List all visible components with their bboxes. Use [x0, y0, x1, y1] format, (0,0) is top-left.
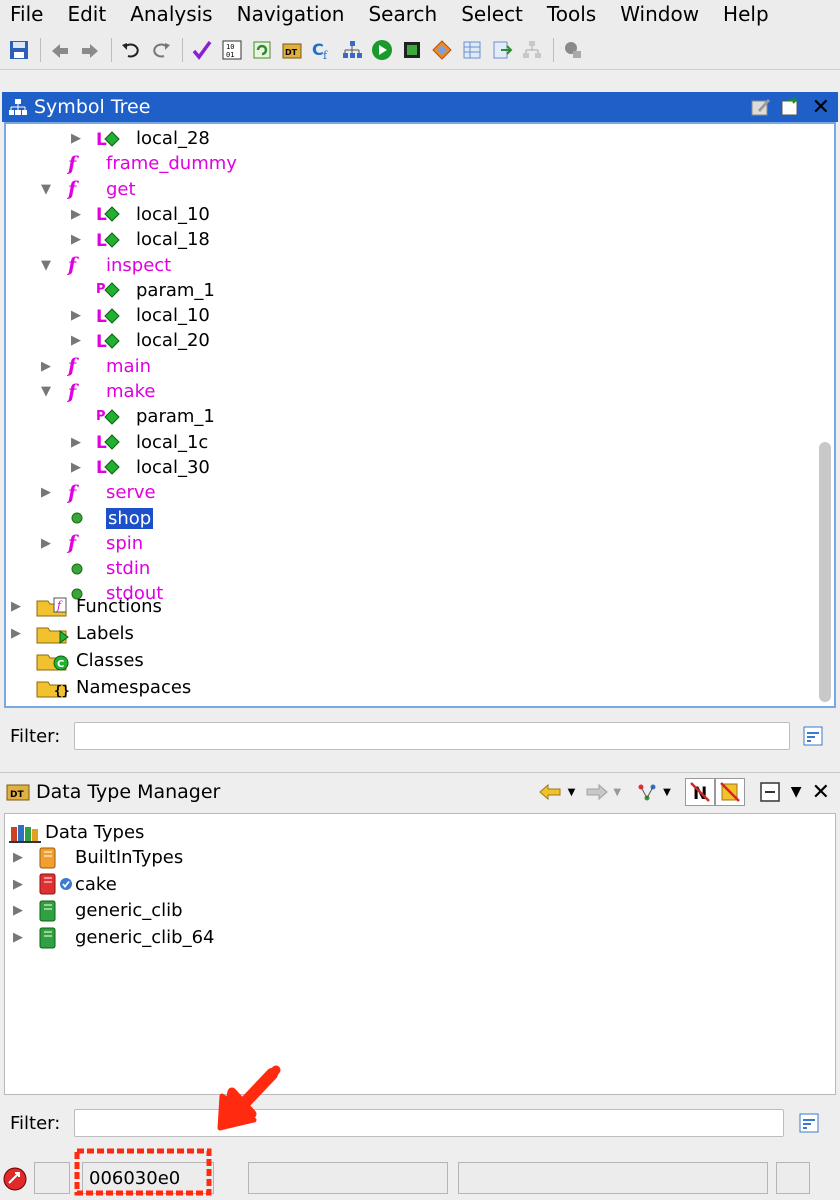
annotation-arrow-shaft-icon: [230, 1068, 278, 1118]
annotation-box-icon: [74, 1148, 212, 1196]
annotation-overlay: [74, 1065, 281, 1196]
